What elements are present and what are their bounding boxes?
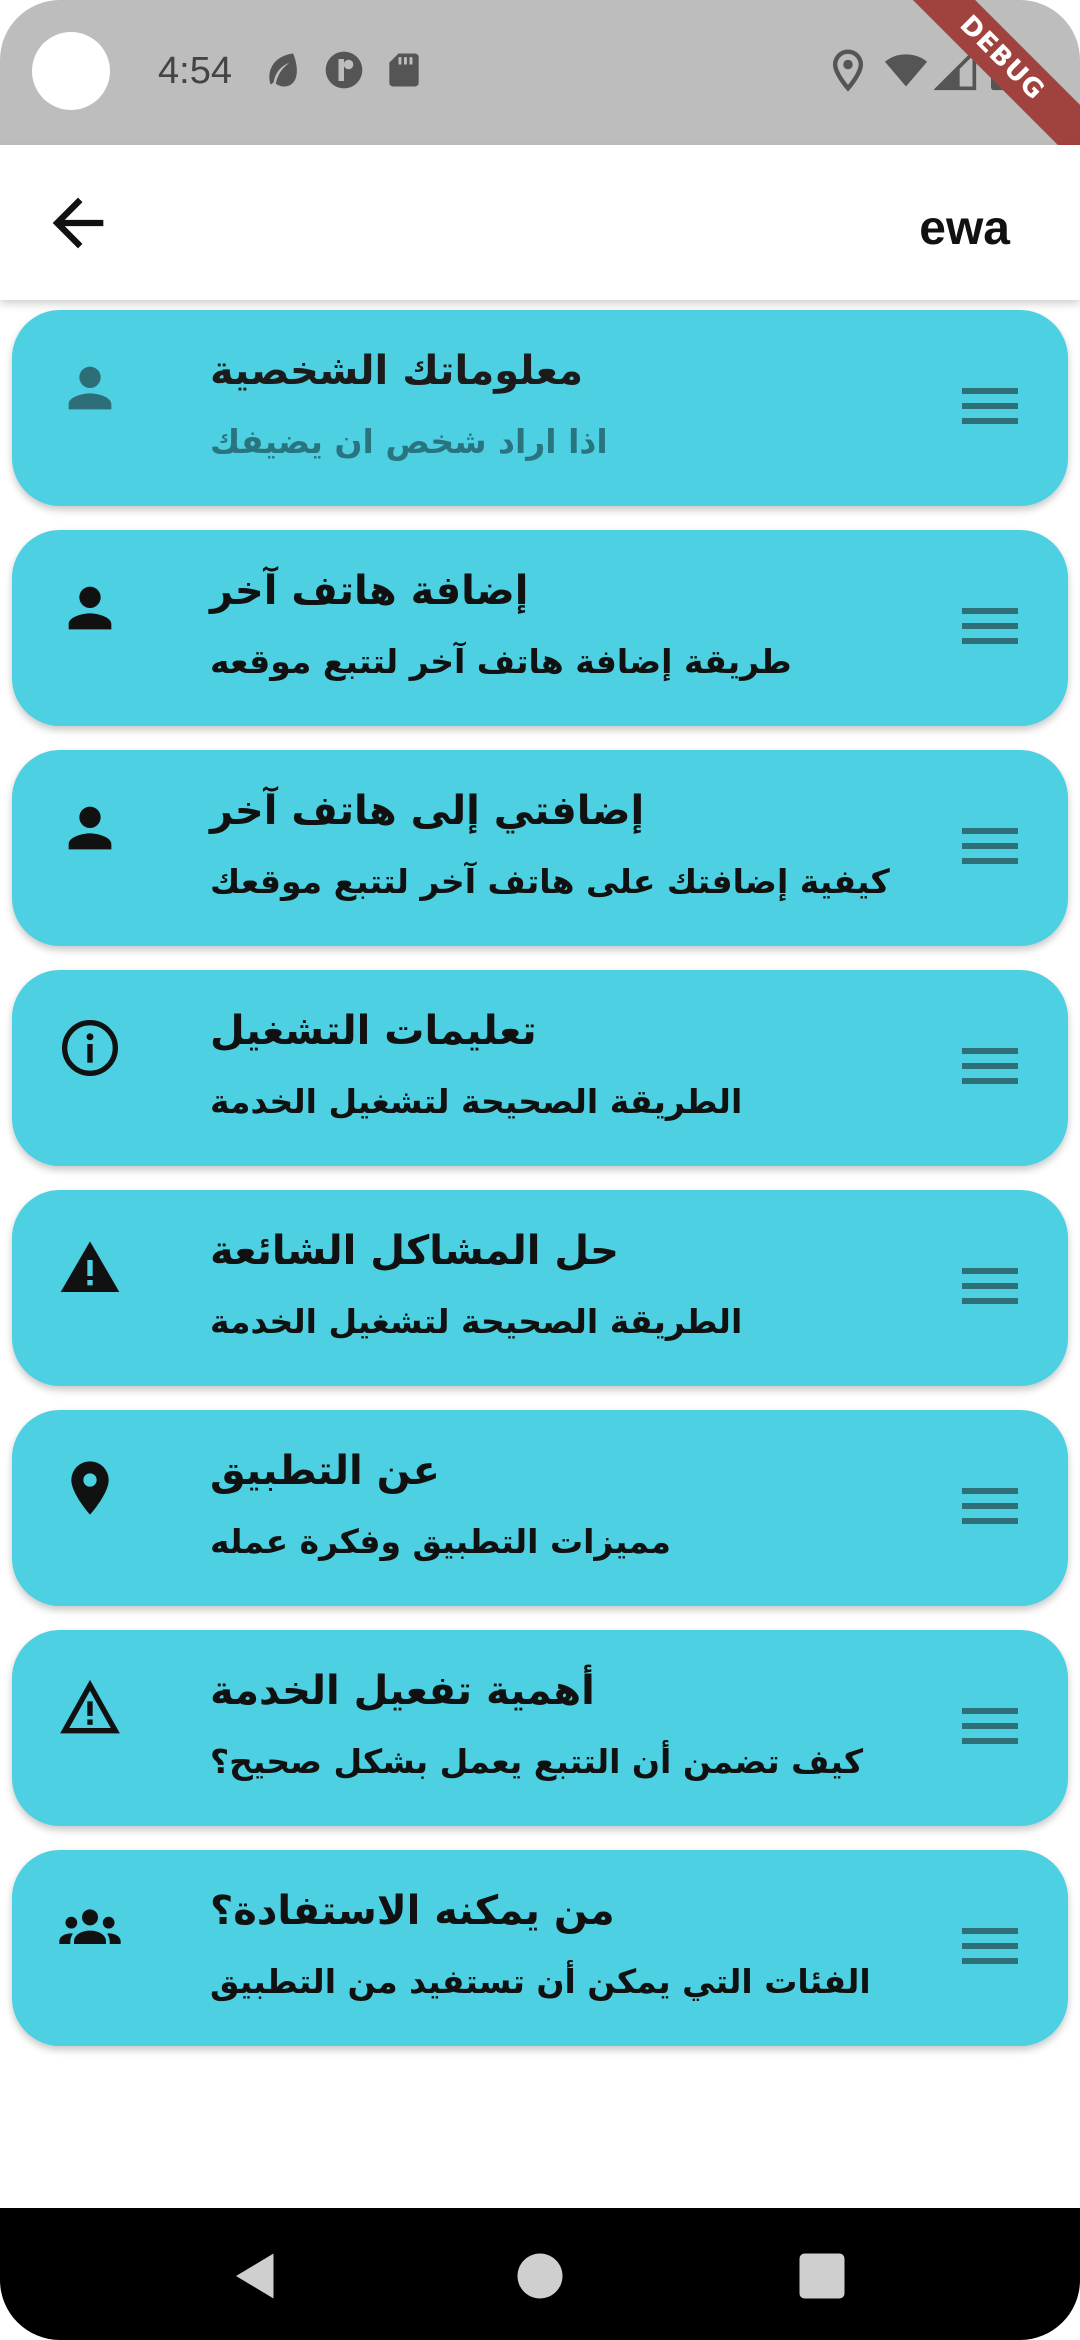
person-icon (58, 576, 122, 640)
warning-icon (58, 1236, 122, 1300)
menu-item-instructions[interactable]: تعليمات التشغيل الطريقة الصحيحة لتشغيل ا… (12, 970, 1068, 1166)
location-pin-icon (58, 1456, 122, 1520)
back-button[interactable] (40, 185, 116, 261)
drag-handle-icon[interactable] (962, 1042, 1018, 1090)
recents-square-icon[interactable] (792, 2246, 852, 2306)
menu-item-troubleshooting[interactable]: حل المشاكل الشائعة الطريقة الصحيحة لتشغي… (12, 1190, 1068, 1386)
menu-item-about[interactable]: عن التطبيق مميزات التطبيق وفكرة عمله (12, 1410, 1068, 1606)
screen: 4:54 DEBUG ewa معلوماتك الشخصية اذا اراد… (0, 0, 1080, 2340)
menu-item-title: عن التطبيق (210, 1448, 440, 1494)
menu-item-subtitle: الطريقة الصحيحة لتشغيل الخدمة (210, 1082, 743, 1121)
menu-item-title: حل المشاكل الشائعة (210, 1228, 619, 1274)
menu-item-subtitle: طريقة إضافة هاتف آخر لتتبع موقعه (210, 642, 792, 681)
app-circle-icon (322, 48, 366, 92)
drag-handle-icon[interactable] (962, 602, 1018, 650)
drag-handle-icon[interactable] (962, 1262, 1018, 1310)
menu-item-subtitle: الفئات التي يمكن أن تستفيد من التطبيق (210, 1962, 871, 2001)
menu-item-title: إضافة هاتف آخر (210, 568, 529, 614)
menu-item-subtitle: الطريقة الصحيحة لتشغيل الخدمة (210, 1302, 743, 1341)
app-title: ewa (919, 202, 1010, 255)
sd-card-icon (382, 48, 426, 92)
menu-item-add-me-to-phone[interactable]: إضافتي إلى هاتف آخر كيفية إضافتك على هات… (12, 750, 1068, 946)
menu-item-title: من يمكنه الاستفادة؟ (210, 1888, 615, 1934)
menu-item-title: معلوماتك الشخصية (210, 348, 583, 394)
back-triangle-icon[interactable] (226, 2246, 286, 2306)
menu-item-importance[interactable]: أهمية تفعيل الخدمة كيف تضمن أن التتبع يع… (12, 1630, 1068, 1826)
warning-outline-icon (58, 1676, 122, 1740)
arrow-back-icon (52, 197, 104, 249)
system-nav-bar (0, 2208, 1080, 2340)
drag-handle-icon[interactable] (962, 382, 1018, 430)
menu-item-subtitle: مميزات التطبيق وفكرة عمله (210, 1522, 671, 1561)
drag-handle-icon[interactable] (962, 822, 1018, 870)
info-icon (58, 1016, 122, 1080)
menu-item-title: تعليمات التشغيل (210, 1008, 537, 1054)
leaf-icon (262, 48, 306, 92)
home-circle-icon[interactable] (510, 2246, 570, 2306)
menu-item-subtitle: كيف تضمن أن التتبع يعمل بشكل صحيح؟ (210, 1742, 864, 1781)
person-icon (58, 796, 122, 860)
status-time: 4:54 (158, 50, 232, 92)
menu-item-title: أهمية تفعيل الخدمة (210, 1668, 595, 1714)
person-icon (58, 356, 122, 420)
status-bar: 4:54 DEBUG (0, 0, 1080, 170)
group-icon (58, 1896, 122, 1960)
menu-item-who-benefits[interactable]: من يمكنه الاستفادة؟ الفئات التي يمكن أن … (12, 1850, 1068, 2046)
drag-handle-icon[interactable] (962, 1702, 1018, 1750)
menu-item-personal-info[interactable]: معلوماتك الشخصية اذا اراد شخص ان يضيفك (12, 310, 1068, 506)
app-bar: ewa (0, 145, 1080, 300)
menu-item-subtitle: كيفية إضافتك على هاتف آخر لتتبع موقعك (210, 862, 890, 901)
camera-cutout (32, 32, 110, 110)
menu-item-add-phone[interactable]: إضافة هاتف آخر طريقة إضافة هاتف آخر لتتب… (12, 530, 1068, 726)
menu-item-subtitle: اذا اراد شخص ان يضيفك (210, 422, 608, 461)
drag-handle-icon[interactable] (962, 1482, 1018, 1530)
drag-handle-icon[interactable] (962, 1922, 1018, 1970)
menu-item-title: إضافتي إلى هاتف آخر (210, 788, 645, 834)
location-icon (826, 48, 870, 92)
